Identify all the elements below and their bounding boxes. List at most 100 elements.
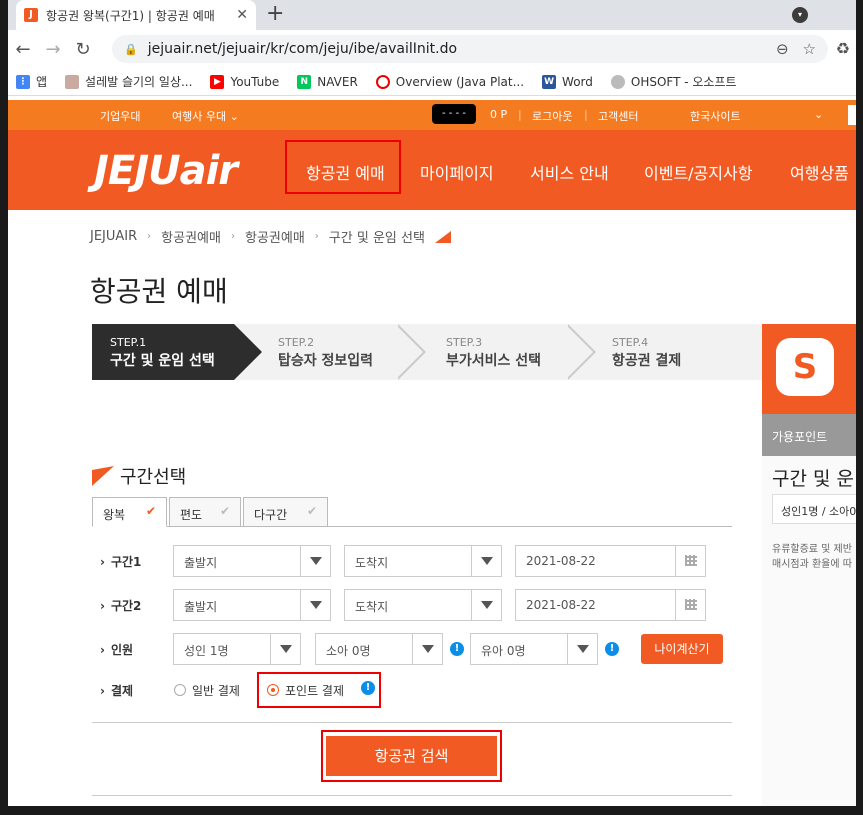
corp-discount-link[interactable]: 기업우대: [100, 108, 140, 124]
lock-icon[interactable]: 🔒: [124, 43, 138, 56]
utility-bar: 기업우대 여행사 우대 ⌄ - - - - 0 P | 로그아웃 | 고객센터 …: [8, 100, 856, 130]
step-number: STEP.1: [110, 336, 147, 349]
breadcrumb-item[interactable]: 항공권예매: [245, 227, 305, 246]
bookmark-star-icon[interactable]: ☆: [803, 40, 816, 58]
support-link[interactable]: 고객센터: [598, 108, 638, 124]
agency-discount-link[interactable]: 여행사 우대 ⌄: [172, 108, 239, 124]
segment1-arrival-select[interactable]: 도착지: [344, 545, 502, 577]
check-icon: ✔: [306, 504, 317, 518]
dropdown-arrow-icon[interactable]: [471, 590, 501, 620]
nav-events[interactable]: 이벤트/공지사항: [644, 160, 752, 184]
normal-payment-label[interactable]: 일반 결제: [192, 682, 240, 699]
step-2: STEP.2 탑승자 정보입력: [260, 324, 373, 380]
segment1-date-field[interactable]: 2021-08-22: [515, 545, 706, 577]
step-label: 탑승자 정보입력: [278, 353, 374, 369]
note-line: 매시점과 환율에 따: [772, 559, 852, 570]
step-number: STEP.3: [446, 336, 483, 349]
back-icon[interactable]: ←: [8, 39, 38, 60]
nav-travel[interactable]: 여행상품: [790, 160, 849, 184]
s-badge-icon: S: [776, 338, 834, 396]
tab-multicity[interactable]: 다구간 ✔: [243, 497, 328, 527]
bookmark-blog[interactable]: 설레발 슬기의 일상...: [65, 73, 192, 90]
section-title-text: 구간선택: [120, 467, 187, 488]
username-masked: - - - -: [432, 104, 476, 124]
extension-icon[interactable]: ♻: [836, 39, 850, 58]
adult-count-select[interactable]: 성인 1명: [173, 633, 301, 665]
divider: |: [518, 108, 522, 121]
step-4: STEP.4 항공권 결제: [594, 324, 681, 380]
flight-search-button[interactable]: 항공권 검색: [326, 736, 497, 776]
bookmark-word[interactable]: W Word: [542, 74, 593, 89]
chevron-right-icon: ›: [147, 231, 152, 242]
bookmark-naver[interactable]: N NAVER: [297, 74, 358, 89]
url-text[interactable]: jejuair.net/jejuair/kr/com/jeju/ibe/avai…: [148, 41, 762, 57]
jejuair-logo[interactable]: JEJUair: [94, 148, 238, 194]
select-value: 도착지: [355, 600, 389, 614]
apps-grid-icon: ⋮: [16, 74, 30, 89]
reload-icon[interactable]: ↻: [68, 39, 98, 60]
tab-oneway[interactable]: 편도 ✔: [169, 497, 241, 527]
tab-label: 다구간: [254, 508, 288, 522]
tab-strip: J 항공권 왕복(구간1) | 항공권 예매 ✕ + ▾: [8, 0, 856, 30]
forward-icon[interactable]: →: [38, 39, 68, 60]
payment-label: 결제: [100, 682, 133, 699]
child-count-select[interactable]: 소아 0명: [315, 633, 443, 665]
page-title: 항공권 예매: [90, 275, 228, 308]
zoom-icon[interactable]: ⊖: [776, 40, 789, 58]
check-icon: ✔: [219, 504, 230, 518]
tab-roundtrip[interactable]: 왕복 ✔: [92, 497, 167, 527]
new-tab-icon[interactable]: +: [266, 3, 284, 25]
points-link[interactable]: 0 P: [490, 108, 507, 121]
check-icon: ✔: [145, 504, 156, 518]
tab-label: 왕복: [103, 508, 126, 522]
address-bar[interactable]: 🔒 jejuair.net/jejuair/kr/com/jeju/ibe/av…: [112, 35, 828, 63]
nav-mypage[interactable]: 마이페이지: [420, 160, 494, 184]
segment2-arrival-select[interactable]: 도착지: [344, 589, 502, 621]
select-value: 출발지: [184, 556, 218, 570]
breadcrumb: JEJUAIR › 항공권예매 › 항공권예매 › 구간 및 운임 선택: [90, 227, 451, 246]
nav-service[interactable]: 서비스 안내: [530, 160, 609, 184]
dropdown-arrow-icon[interactable]: [300, 546, 330, 576]
calendar-icon[interactable]: [675, 546, 705, 576]
logout-link[interactable]: 로그아웃: [532, 108, 572, 124]
dropdown-arrow-icon[interactable]: [471, 546, 501, 576]
infant-count-select[interactable]: 유아 0명: [470, 633, 598, 665]
segment1-departure-select[interactable]: 출발지: [173, 545, 331, 577]
bookmark-youtube[interactable]: ▶ YouTube: [210, 74, 279, 89]
infant-info-icon[interactable]: !: [605, 642, 619, 656]
step-arrow: [234, 324, 262, 380]
dropdown-arrow-icon[interactable]: [567, 634, 597, 664]
bookmark-ohsoft[interactable]: OHSOFT - 오소프트: [610, 73, 737, 90]
chevron-right-icon: ›: [230, 231, 235, 242]
point-payment-highlight-box: [257, 672, 381, 708]
dropdown-arrow-icon[interactable]: [270, 634, 300, 664]
booking-steps: STEP.1 구간 및 운임 선택 STEP.2 탑승자 정보입력 STEP.3…: [92, 324, 762, 380]
calendar-icon[interactable]: [675, 590, 705, 620]
dropdown-arrow-icon[interactable]: [412, 634, 442, 664]
chevron-down-icon[interactable]: ⌄: [814, 108, 823, 121]
bookmark-apps[interactable]: ⋮ 앱: [16, 73, 47, 90]
age-calculator-button[interactable]: 나이계산기: [641, 634, 723, 664]
word-icon: W: [542, 74, 557, 89]
dropdown-arrow-icon[interactable]: [300, 590, 330, 620]
step-label: 구간 및 운임 선택: [110, 353, 215, 369]
segment2-date-field[interactable]: 2021-08-22: [515, 589, 706, 621]
tab-search-icon[interactable]: ▾: [792, 7, 808, 23]
child-info-icon[interactable]: !: [450, 642, 464, 656]
divider: [92, 795, 732, 796]
select-value: 유아 0명: [481, 644, 526, 658]
step-number: STEP.4: [612, 336, 649, 349]
segment2-departure-select[interactable]: 출발지: [173, 589, 331, 621]
browser-tab[interactable]: J 항공권 왕복(구간1) | 항공권 예매 ✕: [16, 0, 256, 30]
select-value: 성인 1명: [184, 644, 229, 658]
breadcrumb-item[interactable]: 항공권예매: [161, 227, 221, 246]
step-number: STEP.2: [278, 336, 315, 349]
bookmark-java[interactable]: Overview (Java Plat...: [375, 74, 524, 89]
step-label: 항공권 결제: [612, 353, 682, 369]
normal-payment-radio[interactable]: [174, 684, 186, 696]
segment1-label: 구간1: [100, 553, 141, 570]
close-tab-icon[interactable]: ✕: [236, 7, 248, 23]
breadcrumb-home[interactable]: JEJUAIR: [90, 229, 137, 244]
site-select[interactable]: 한국사이트: [690, 108, 741, 124]
orange-triangle-icon: [434, 230, 451, 243]
